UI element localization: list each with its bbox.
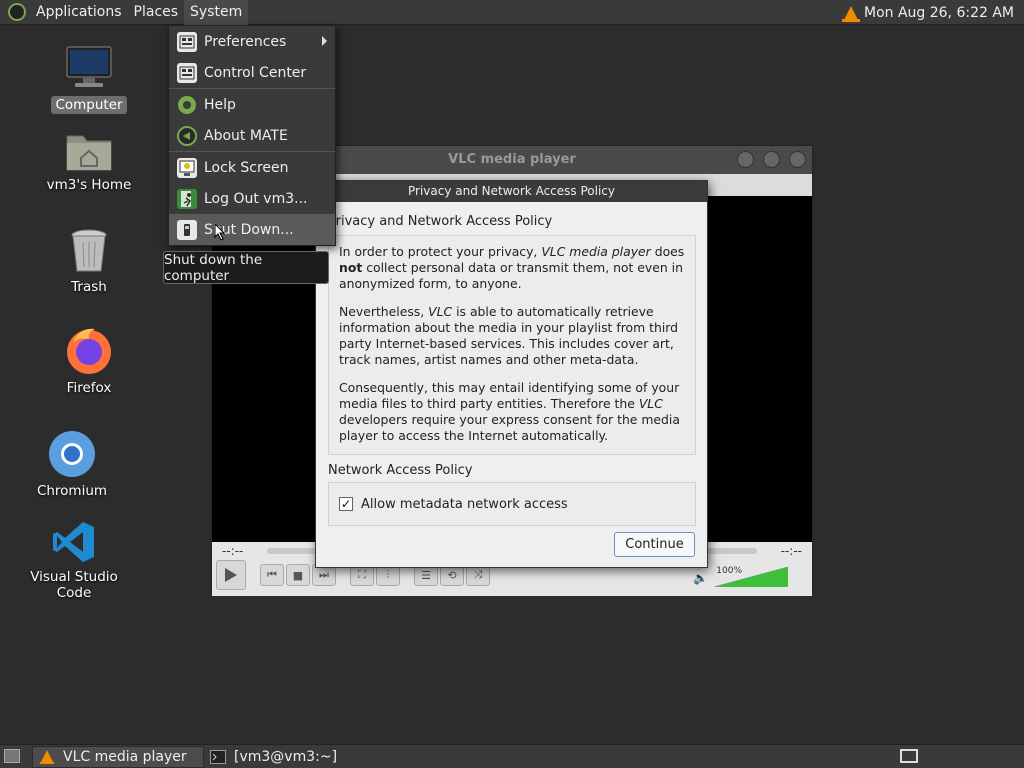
menu-item-label: Help bbox=[204, 96, 236, 113]
system-menu: Preferences Control Center Help About MA… bbox=[168, 25, 336, 246]
network-access-heading: Network Access Policy bbox=[328, 463, 473, 478]
applications-menu[interactable]: Applications bbox=[30, 0, 128, 25]
vlc-cone-icon bbox=[39, 750, 55, 764]
clock[interactable]: Mon Aug 26, 6:22 AM bbox=[858, 5, 1024, 21]
maximize-icon[interactable] bbox=[763, 151, 780, 168]
shut-down-icon bbox=[177, 219, 197, 240]
desktop-icon-label: vm3's Home bbox=[46, 177, 132, 193]
remaining-time: --:-- bbox=[780, 544, 802, 558]
desktop-icon-trash[interactable]: Trash bbox=[34, 228, 144, 296]
preferences-icon bbox=[177, 31, 197, 52]
panel-tray: Mon Aug 26, 6:22 AM bbox=[841, 0, 1024, 25]
close-icon[interactable] bbox=[789, 151, 806, 168]
play-icon[interactable] bbox=[216, 560, 246, 590]
chromium-icon bbox=[48, 430, 96, 478]
home-folder-icon bbox=[65, 128, 113, 172]
submenu-arrow-icon bbox=[322, 36, 327, 46]
taskbar-item-label: [vm3@vm3:~] bbox=[234, 749, 338, 765]
volume-slider[interactable] bbox=[714, 567, 788, 587]
computer-icon bbox=[65, 44, 113, 92]
stop-icon[interactable]: ■ bbox=[286, 564, 310, 586]
menu-item-label: About MATE bbox=[204, 127, 288, 144]
menu-item-help[interactable]: Help bbox=[169, 89, 335, 120]
shut-down-tooltip: Shut down the computer bbox=[163, 251, 329, 284]
desktop-icon-label: Firefox bbox=[66, 380, 112, 396]
log-out-icon bbox=[177, 188, 197, 209]
vlc-window-title: VLC media player bbox=[448, 152, 576, 167]
metadata-checkbox[interactable]: ✓ bbox=[339, 497, 353, 511]
menu-item-lock-screen[interactable]: Lock Screen bbox=[169, 152, 335, 183]
previous-icon[interactable]: ⏮ bbox=[260, 564, 284, 586]
desktop-icon-home[interactable]: vm3's Home bbox=[34, 128, 144, 194]
desktop-icon-computer[interactable]: Computer bbox=[34, 44, 144, 114]
trash-icon bbox=[69, 228, 109, 274]
privacy-dialog: Privacy and Network Access Policy Privac… bbox=[315, 180, 708, 568]
menu-item-label: Log Out vm3... bbox=[204, 190, 308, 207]
dialog-titlebar[interactable]: Privacy and Network Access Policy bbox=[316, 181, 707, 202]
places-menu[interactable]: Places bbox=[128, 0, 185, 25]
firefox-icon bbox=[65, 325, 113, 375]
elapsed-time: --:-- bbox=[222, 544, 244, 558]
terminal-icon bbox=[210, 750, 226, 764]
privacy-heading: Privacy and Network Access Policy bbox=[328, 214, 553, 229]
mouse-cursor-icon bbox=[214, 223, 226, 241]
menu-item-control-center[interactable]: Control Center bbox=[169, 57, 335, 88]
desktop-icon-label: Chromium bbox=[36, 483, 108, 499]
control-center-icon bbox=[177, 62, 197, 83]
top-panel: Applications Places System Mon Aug 26, 6… bbox=[0, 0, 1024, 25]
taskbar-item-terminal[interactable]: [vm3@vm3:~] bbox=[204, 746, 376, 768]
vscode-icon bbox=[52, 520, 96, 564]
menu-item-label: Lock Screen bbox=[204, 159, 289, 176]
mate-logo-icon[interactable] bbox=[8, 3, 26, 21]
policy-paragraph-1: In order to protect your privacy, VLC me… bbox=[339, 244, 685, 291]
bottom-panel: VLC media player [vm3@vm3:~] bbox=[0, 744, 1024, 768]
menu-item-about-mate[interactable]: About MATE bbox=[169, 120, 335, 151]
system-menu-button[interactable]: System bbox=[184, 0, 249, 25]
taskbar-item-label: VLC media player bbox=[63, 749, 187, 765]
menu-item-label: Preferences bbox=[204, 33, 287, 50]
menu-item-shut-down[interactable]: Shut Down... bbox=[169, 214, 335, 245]
policy-paragraph-3: Consequently, this may entail identifyin… bbox=[339, 380, 680, 443]
taskbar-item-vlc[interactable]: VLC media player bbox=[32, 746, 204, 768]
desktop-icon-label: Trash bbox=[71, 279, 107, 295]
desktop-icon-label: Computer bbox=[51, 96, 127, 114]
desktop-icon-firefox[interactable]: Firefox bbox=[34, 325, 144, 397]
menu-item-label: Control Center bbox=[204, 64, 307, 81]
policy-text-box: In order to protect your privacy, VLC me… bbox=[328, 235, 696, 455]
desktop-icon-label: Visual Studio Code bbox=[30, 569, 118, 601]
menu-item-log-out[interactable]: Log Out vm3... bbox=[169, 183, 335, 214]
network-access-box: ✓ Allow metadata network access bbox=[328, 482, 696, 526]
metadata-checkbox-label[interactable]: Allow metadata network access bbox=[361, 497, 568, 512]
policy-paragraph-2: Nevertheless, VLC is able to automatical… bbox=[339, 304, 679, 367]
continue-button[interactable]: Continue bbox=[614, 532, 695, 557]
desktop-icon-vscode[interactable]: Visual Studio Code bbox=[19, 520, 129, 602]
minimize-icon[interactable] bbox=[737, 151, 754, 168]
speaker-icon[interactable]: 🔈 bbox=[693, 571, 708, 585]
about-mate-icon bbox=[177, 125, 197, 146]
help-icon bbox=[177, 95, 197, 115]
menu-item-preferences[interactable]: Preferences bbox=[169, 26, 335, 57]
vlc-cone-icon[interactable] bbox=[841, 5, 860, 22]
lock-screen-icon bbox=[177, 157, 197, 178]
desktop-icon-chromium[interactable]: Chromium bbox=[17, 430, 127, 500]
workspace-switcher-icon[interactable] bbox=[900, 749, 918, 763]
show-desktop-icon[interactable] bbox=[4, 749, 20, 763]
